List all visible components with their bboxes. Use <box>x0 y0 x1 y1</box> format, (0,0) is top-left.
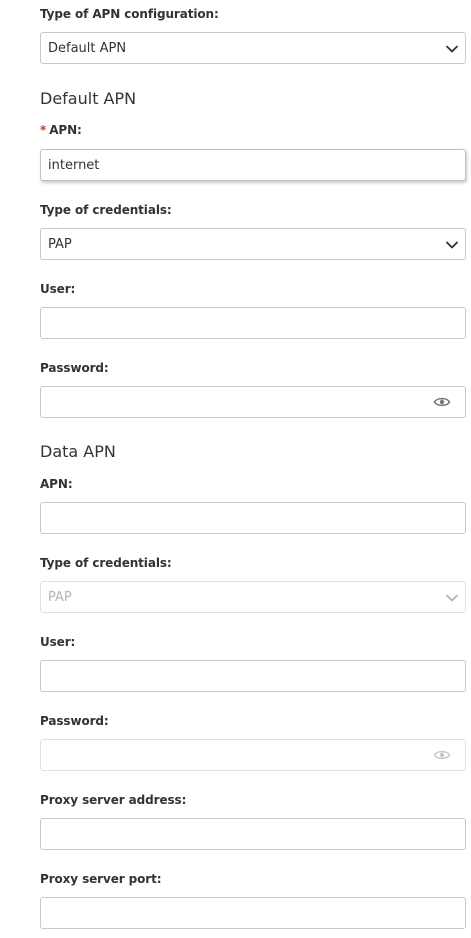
data-cred-type-value: PAP <box>48 590 72 605</box>
data-apn-input[interactable] <box>40 502 466 534</box>
default-password-label: Password: <box>40 361 109 375</box>
default-cred-type-value: PAP <box>48 237 72 252</box>
data-apn-label: APN: <box>40 477 73 491</box>
default-user-input[interactable] <box>40 307 466 339</box>
chevron-down-icon <box>446 45 458 53</box>
data-user-label: User: <box>40 635 76 649</box>
chevron-down-icon <box>446 241 458 249</box>
required-mark: * <box>40 123 47 137</box>
data-user-input[interactable] <box>40 660 466 692</box>
eye-icon[interactable] <box>433 748 451 762</box>
default-user-label: User: <box>40 282 76 296</box>
apn-config-type-label: Type of APN configuration: <box>40 7 219 21</box>
apn-settings-form: Type of APN configuration: Default APN D… <box>0 0 471 938</box>
default-password-input[interactable] <box>40 386 466 418</box>
data-password-label: Password: <box>40 714 109 728</box>
data-cred-type-select[interactable]: PAP <box>40 581 466 613</box>
default-cred-type-label: Type of credentials: <box>40 203 172 217</box>
default-cred-type-select[interactable]: PAP <box>40 228 466 260</box>
proxy-address-input[interactable] <box>40 818 466 850</box>
proxy-address-label: Proxy server address: <box>40 793 187 807</box>
default-apn-input[interactable]: internet <box>40 149 466 181</box>
default-apn-value: internet <box>48 158 100 173</box>
default-apn-label-text: APN: <box>49 123 82 137</box>
proxy-port-input[interactable] <box>40 897 466 929</box>
apn-config-type-value: Default APN <box>48 41 127 56</box>
data-cred-type-label: Type of credentials: <box>40 556 172 570</box>
data-password-input[interactable] <box>40 739 466 771</box>
chevron-down-icon <box>446 594 458 602</box>
default-apn-title: Default APN <box>40 89 137 108</box>
apn-config-type-select[interactable]: Default APN <box>40 32 466 64</box>
eye-icon[interactable] <box>433 395 451 409</box>
default-apn-label: * APN: <box>40 123 82 137</box>
proxy-port-label: Proxy server port: <box>40 872 162 886</box>
data-apn-title: Data APN <box>40 442 116 461</box>
